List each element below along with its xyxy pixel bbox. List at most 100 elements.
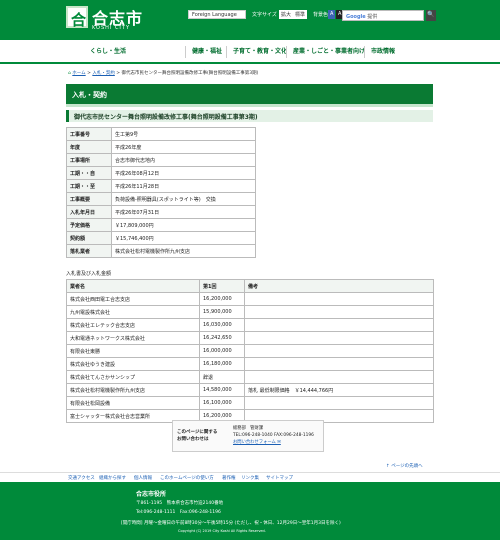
footer-office: 合志市役所 xyxy=(136,491,167,498)
footer-link-access[interactable]: 交通アクセス xyxy=(68,475,95,481)
footer-link-privacy[interactable]: 個人情報 xyxy=(134,475,152,481)
info-value: 生工第9号 xyxy=(111,127,256,141)
footer-address: 〒861-1195 熊本県合志市竹迫2140番地 xyxy=(136,501,224,506)
bidder-name: 株式会社ゆうき建設 xyxy=(66,357,200,371)
footer-copyright: Copyright (C) 2019 City Koshi All Rights… xyxy=(178,529,266,533)
nav-child[interactable]: 子育て・教育・文化 xyxy=(226,46,287,58)
bid-amount: 16,200,000 xyxy=(199,292,245,306)
nav-industry[interactable]: 産業・しごと・事業者向け xyxy=(286,46,365,58)
info-value: ￥15,746,400円 xyxy=(111,231,256,245)
section-divider xyxy=(66,104,433,107)
contact-info: 総務部 管財課 TEL:096-248-1040 FAX:096-248-119… xyxy=(233,425,314,446)
info-value: 平成26年度 xyxy=(111,140,256,154)
info-label: 年度 xyxy=(66,140,112,154)
text-standard-button[interactable]: 標準 xyxy=(293,10,308,19)
table-row: 工事番号 生工第9号 xyxy=(66,127,256,141)
logo-char: 合 xyxy=(71,11,87,29)
bid-note xyxy=(244,305,434,319)
table-row: 落札業者 株式会社松村電機製作所九州支店 xyxy=(66,244,256,258)
info-value: 平成26年07月31日 xyxy=(111,205,256,219)
info-label: 工期・・至 xyxy=(66,179,112,193)
nav-city-info[interactable]: 市政情報 xyxy=(364,46,395,58)
footer-link-links[interactable]: リンク集 xyxy=(241,475,259,481)
bid-amount: 15,900,000 xyxy=(199,305,245,319)
google-brand: Google xyxy=(346,14,366,20)
column-header: 業者名 xyxy=(66,279,200,293)
info-value: 負荷設備-照明器具(スポットライト等) 交換 xyxy=(111,192,256,206)
contact-form-link[interactable]: お問い合わせフォーム ✉ xyxy=(233,439,314,446)
bidder-name: 有限会社松岡設備 xyxy=(66,396,200,410)
contact-label: このページに関する お問い合わせは xyxy=(177,429,227,443)
bg-color-label: 背景色 xyxy=(313,12,329,18)
table-row: 工期・・自 平成26年08月12日 xyxy=(66,166,256,180)
footer-hours: [開庁時間] 月曜～金曜日の午前8時30分～午後5時15分 (ただし、祝・休日、… xyxy=(121,521,341,526)
bid-amount: 14,580,000 xyxy=(199,383,245,397)
bidder-name: 大和電通ネットワークス株式会社 xyxy=(66,331,200,345)
search-placeholder: 提供 xyxy=(367,14,378,20)
bid-amount: 16,180,000 xyxy=(199,357,245,371)
footer-link-sitemap[interactable]: サイトマップ xyxy=(266,475,293,481)
table-row: 工事場所 合志市御代志地内 xyxy=(66,153,256,167)
page-top-link[interactable]: ↑ ページの先頭へ xyxy=(386,463,423,469)
breadcrumb-sep: > xyxy=(116,71,121,76)
breadcrumb-home[interactable]: ホーム xyxy=(72,71,85,76)
table-row: 大和電通ネットワークス株式会社 16,242,650 xyxy=(66,331,434,345)
breadcrumb-parent[interactable]: 入札・契約 xyxy=(92,71,115,76)
footer-link-copyright[interactable]: 著作権 xyxy=(222,475,236,481)
bid-note xyxy=(244,370,434,384)
breadcrumb-current: 御代志市民センター舞台照明設備改修工事(舞台照明設備工事第3期) xyxy=(121,71,259,76)
search-button[interactable]: 🔍 xyxy=(426,10,436,21)
city-logo-icon[interactable]: 合 xyxy=(66,6,88,29)
table-row: 株式会社てんさかサンシップ 辞退 xyxy=(66,370,434,384)
bid-amount: 辞退 xyxy=(199,370,245,384)
contact-tel: TEL:096-248-1040 FAX:096-248-1196 xyxy=(233,433,314,438)
info-label: 工期・・自 xyxy=(66,166,112,180)
bidder-name: 有限会社東勝 xyxy=(66,344,200,358)
global-nav: くらし・生活 健康・福祉 子育て・教育・文化 産業・しごと・事業者向け 市政情報 xyxy=(0,40,500,64)
contact-dept: 総務部 管財課 xyxy=(233,426,264,431)
footer-link-org[interactable]: 組織から探す xyxy=(99,475,126,481)
info-value: 合志市御代志地内 xyxy=(111,153,256,167)
info-label: 予定価格 xyxy=(66,218,112,232)
bidder-name: 株式会社てんさかサンシップ xyxy=(66,370,200,384)
contact-label-line: お問い合わせは xyxy=(177,437,209,442)
foreign-language-button[interactable]: Foreign Language xyxy=(188,10,246,19)
table-row: 年度 平成26年度 xyxy=(66,140,256,154)
table-row: 株式会社エレテック合志支店 16,030,000 xyxy=(66,318,434,332)
info-label: 入札年月日 xyxy=(66,205,112,219)
table-row: 入札年月日 平成26年07月31日 xyxy=(66,205,256,219)
text-size-label: 文字サイズ xyxy=(252,12,277,18)
table-header-row: 業者名 第1回 備考 xyxy=(66,279,434,293)
table-row: 株式会社西田電工合志支店 16,200,000 xyxy=(66,292,434,306)
table-row: 九州電設株式会社 15,900,000 xyxy=(66,305,434,319)
bid-table-title: 入札書及び入札金額 xyxy=(66,271,112,277)
table-row: 有限会社東勝 16,000,000 xyxy=(66,344,434,358)
column-header: 備考 xyxy=(244,279,434,293)
bid-note xyxy=(244,396,434,410)
info-value: 平成26年11月28日 xyxy=(111,179,256,193)
arrow-up-icon: ↑ xyxy=(386,464,390,469)
bidder-name: 株式会社西田電工合志支店 xyxy=(66,292,200,306)
info-label: 落札業者 xyxy=(66,244,112,258)
table-row: 有限会社松岡設備 16,100,000 xyxy=(66,396,434,410)
home-icon: ⌂ xyxy=(68,71,71,76)
table-row: 契約額 ￥15,746,400円 xyxy=(66,231,256,245)
breadcrumb: ⌂ ホーム > 入札・契約 > 御代志市民センター舞台照明設備改修工事(舞台照明… xyxy=(68,70,258,76)
bid-note: 落札 最低制限価格 ￥14,444,766円 xyxy=(244,383,434,397)
table-row: 株式会社ゆうき建設 16,180,000 xyxy=(66,357,434,371)
nav-life[interactable]: くらし・生活 xyxy=(84,46,126,58)
page-top-label: ページの先頭へ xyxy=(391,464,423,469)
info-label: 工事場所 xyxy=(66,153,112,167)
text-enlarge-button[interactable]: 拡大 xyxy=(279,10,294,19)
bidder-name: 株式会社松村電機製作所九州支店 xyxy=(66,383,200,397)
contact-label-line: このページに関する xyxy=(177,430,218,435)
contact-box: このページに関する お問い合わせは 総務部 管財課 TEL:096-248-10… xyxy=(172,420,324,452)
nav-health[interactable]: 健康・福祉 xyxy=(185,46,222,58)
search-input[interactable]: Google 提供 xyxy=(342,10,424,21)
footer-link-howto[interactable]: このホームページの使い方 xyxy=(160,475,214,481)
footer-tel: Tel:096-248-1111 Fax:096-248-1196 xyxy=(136,510,221,515)
bg-blue-button[interactable]: A xyxy=(328,10,336,19)
page-title: 御代志市民センター舞台照明設備改修工事(舞台照明設備工事第3期) xyxy=(66,110,433,122)
table-row: 株式会社松村電機製作所九州支店 14,580,000 落札 最低制限価格 ￥14,4… xyxy=(66,383,434,397)
info-value: 平成26年08月12日 xyxy=(111,166,256,180)
